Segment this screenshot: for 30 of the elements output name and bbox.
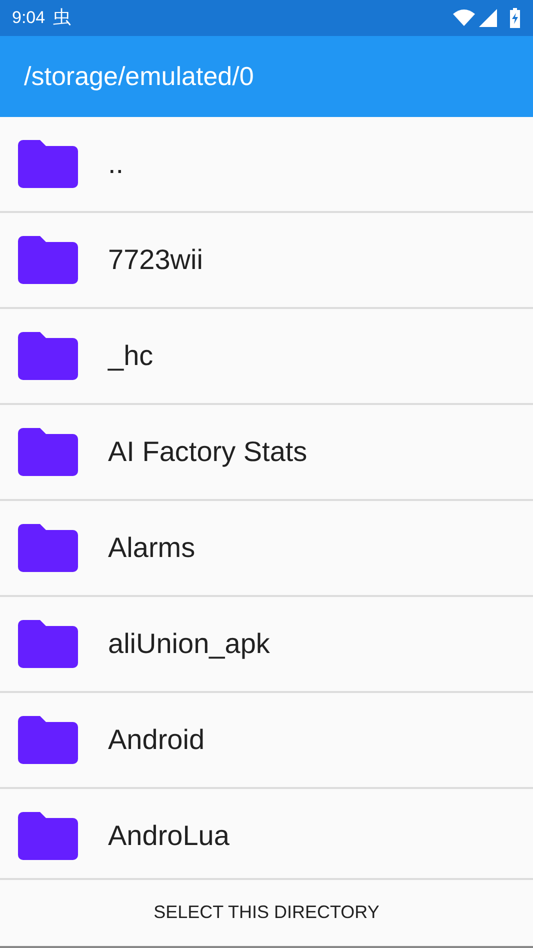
folder-name: AI Factory Stats [108,434,308,469]
folder-icon [18,812,78,860]
battery-charging-icon [509,8,521,28]
folder-row[interactable]: aliUnion_apk [0,596,533,693]
folder-icon [18,716,78,764]
folder-name: 7723wii [108,242,203,277]
wifi-icon [453,9,475,26]
folder-name: _hc [108,338,154,373]
folder-row[interactable]: Alarms [0,500,533,597]
notification-icon: 虫 [53,4,72,32]
folder-row[interactable]: AI Factory Stats [0,404,533,501]
folder-name: Android [108,722,205,757]
folder-name: Alarms [108,530,196,565]
signal-icon [479,8,497,27]
folder-name: aliUnion_apk [108,626,270,661]
folder-row[interactable]: Android [0,692,533,789]
folder-row[interactable]: _hc [0,308,533,405]
folder-icon [18,620,78,668]
folder-icon [18,140,78,188]
folder-icon [18,332,78,380]
folder-name: .. [108,146,124,181]
folder-icon [18,236,78,284]
select-directory-button[interactable]: SELECT THIS DIRECTORY [0,878,533,948]
folder-icon [18,428,78,476]
folder-icon [18,524,78,572]
status-time: 9:04 [12,7,46,30]
folder-name: AndroLua [108,818,230,853]
directory-path: /storage/emulated/0 [24,60,254,93]
folder-row[interactable]: 7723wii [0,212,533,309]
folder-row[interactable]: .. [0,116,533,213]
